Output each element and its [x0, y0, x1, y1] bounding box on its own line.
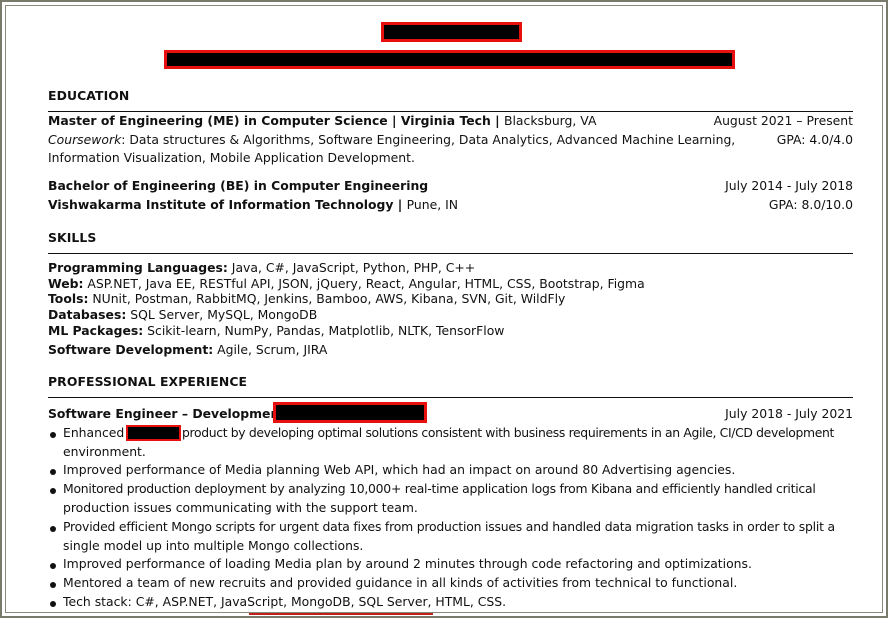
document-frame: [0, 0, 888, 618]
document-frame-inner: [5, 5, 883, 613]
